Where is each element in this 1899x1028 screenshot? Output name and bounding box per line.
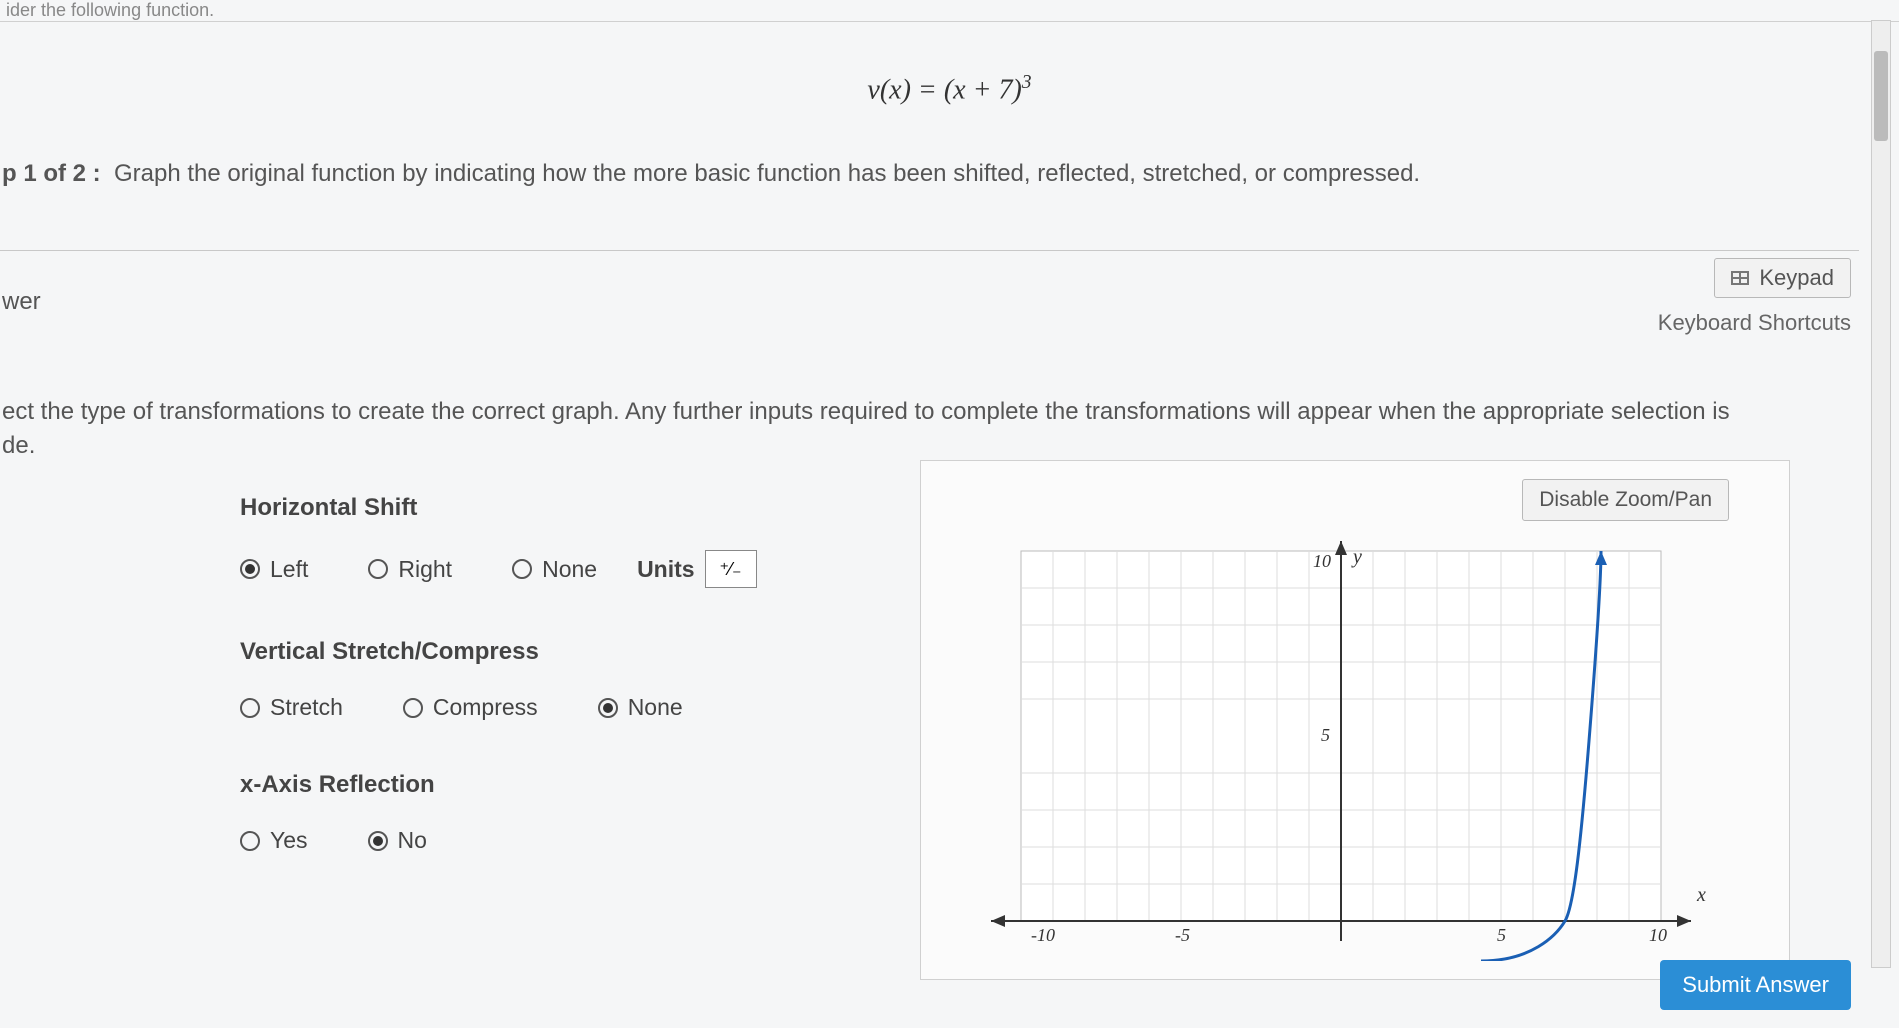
- svg-text:-5: -5: [1175, 925, 1190, 945]
- radio-dot-icon: [240, 698, 260, 718]
- graph-plot[interactable]: -10 -5 5 10 5 10 y x: [961, 541, 1721, 961]
- x-axis-reflection-options: Yes No: [240, 827, 880, 854]
- vertical-stretch-title: Vertical Stretch/Compress: [240, 638, 880, 666]
- radio-dot-icon: [368, 831, 388, 851]
- stretch-none-radio[interactable]: None: [598, 694, 683, 721]
- scrollbar-thumb[interactable]: [1874, 51, 1888, 141]
- keypad-icon: [1731, 271, 1749, 285]
- reflect-yes-label: Yes: [270, 827, 308, 854]
- radio-dot-icon: [598, 698, 618, 718]
- hshift-left-label: Left: [270, 556, 308, 583]
- radio-dot-icon: [240, 559, 260, 579]
- instructions-text: ect the type of transformations to creat…: [2, 395, 1859, 462]
- step-description: p 1 of 2 : Graph the original function b…: [2, 160, 1420, 188]
- svg-text:y: y: [1351, 546, 1362, 568]
- vertical-scrollbar[interactable]: [1871, 20, 1891, 968]
- x-axis-reflection-title: x-Axis Reflection: [240, 771, 880, 799]
- step-number: p 1 of 2 :: [2, 160, 101, 187]
- units-group: Units: [637, 550, 757, 588]
- svg-text:x: x: [1696, 884, 1706, 906]
- compress-radio[interactable]: Compress: [403, 694, 538, 721]
- disable-zoom-button[interactable]: Disable Zoom/Pan: [1522, 479, 1729, 521]
- stretch-label: Stretch: [270, 694, 343, 721]
- keypad-label: Keypad: [1759, 265, 1834, 291]
- svg-text:5: 5: [1497, 925, 1506, 945]
- equation-display: v(x) = (x + 7)3: [0, 72, 1899, 106]
- step-text: Graph the original function by indicatin…: [114, 160, 1420, 187]
- hshift-right-radio[interactable]: Right: [368, 556, 452, 583]
- vertical-stretch-options: Stretch Compress None: [240, 694, 880, 721]
- units-input[interactable]: [705, 550, 757, 588]
- keyboard-shortcuts-link[interactable]: Keyboard Shortcuts: [1658, 310, 1851, 336]
- compress-label: Compress: [433, 694, 538, 721]
- horizontal-shift-title: Horizontal Shift: [240, 494, 880, 522]
- cropped-header-text: ider the following function.: [0, 0, 1899, 22]
- hshift-right-label: Right: [398, 556, 452, 583]
- radio-dot-icon: [240, 831, 260, 851]
- units-label: Units: [637, 556, 695, 583]
- hshift-none-radio[interactable]: None: [512, 556, 597, 583]
- transformation-controls: Horizontal Shift Left Right None Units V…: [240, 480, 880, 854]
- svg-text:-10: -10: [1031, 925, 1055, 945]
- divider: [0, 250, 1859, 251]
- reflect-no-radio[interactable]: No: [368, 827, 427, 854]
- submit-answer-button[interactable]: Submit Answer: [1660, 960, 1851, 1010]
- radio-dot-icon: [403, 698, 423, 718]
- reflect-no-label: No: [398, 827, 427, 854]
- stretch-radio[interactable]: Stretch: [240, 694, 343, 721]
- radio-dot-icon: [512, 559, 532, 579]
- stretch-none-label: None: [628, 694, 683, 721]
- answer-section-label: wer: [2, 288, 41, 316]
- svg-text:5: 5: [1321, 725, 1330, 745]
- hshift-none-label: None: [542, 556, 597, 583]
- graph-panel: Disable Zoom/Pan -10 -5 5 10 5 10 y x: [920, 460, 1790, 980]
- radio-dot-icon: [368, 559, 388, 579]
- svg-text:10: 10: [1649, 925, 1667, 945]
- keypad-button[interactable]: Keypad: [1714, 258, 1851, 298]
- hshift-left-radio[interactable]: Left: [240, 556, 308, 583]
- horizontal-shift-options: Left Right None Units: [240, 550, 880, 588]
- reflect-yes-radio[interactable]: Yes: [240, 827, 308, 854]
- svg-text:10: 10: [1313, 551, 1331, 571]
